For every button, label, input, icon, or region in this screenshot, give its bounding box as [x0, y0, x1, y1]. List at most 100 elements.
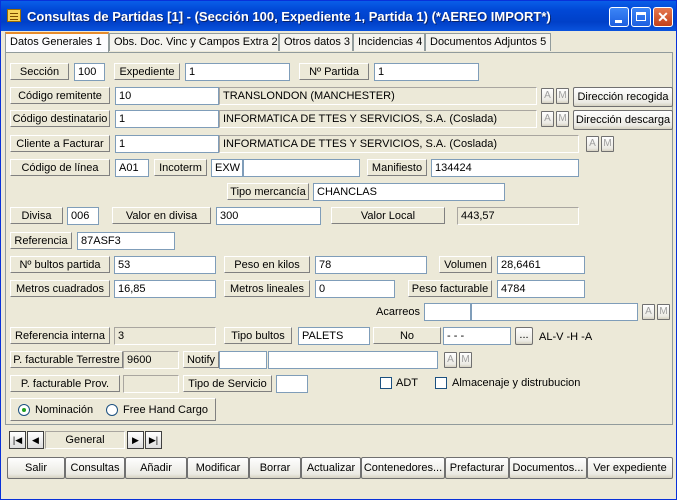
bultos-label: Nº bultos partida	[10, 256, 110, 273]
actualizar-button[interactable]: Actualizar	[301, 457, 361, 479]
notify-code-field[interactable]	[219, 351, 267, 369]
cliente-label: Cliente a Facturar	[10, 135, 110, 152]
manifiesto-field[interactable]: 134424	[431, 159, 579, 177]
tab-obs-doc[interactable]: Obs. Doc. Vinc y Campos Extra 2	[109, 33, 279, 51]
remitente-a-button[interactable]: A	[541, 88, 554, 104]
expediente-label: Expediente	[114, 63, 180, 80]
tipo-bultos-field[interactable]: PALETS	[298, 327, 370, 345]
notify-a-button[interactable]: A	[444, 352, 457, 368]
valor-divisa-field[interactable]: 300	[216, 207, 321, 225]
tipo-bultos-label: Tipo bultos	[224, 327, 292, 344]
partida-field[interactable]: 1	[374, 63, 479, 81]
incoterm-field[interactable]: EXW	[211, 159, 243, 177]
destinatario-code-field[interactable]: 1	[115, 110, 219, 128]
divisa-label: Divisa	[10, 207, 63, 224]
borrar-button[interactable]: Borrar	[249, 457, 301, 479]
nominacion-label: Nominación	[35, 404, 94, 416]
nav-last-button[interactable]: ▶|	[145, 431, 162, 449]
referencia-interna-label: Referencia interna	[10, 327, 110, 344]
bultos-field[interactable]: 53	[114, 256, 216, 274]
window-title: Consultas de Partidas [1] - (Sección 100…	[27, 9, 551, 24]
contenedores-button[interactable]: Contenedores...	[361, 457, 445, 479]
metros-cuadrados-field[interactable]: 16,85	[114, 280, 216, 298]
tab-otros-datos[interactable]: Otros datos 3	[279, 33, 353, 51]
peso-kilos-label: Peso en kilos	[224, 256, 310, 273]
almacenaje-checkbox[interactable]	[435, 377, 447, 389]
destinatario-m-button[interactable]: M	[556, 111, 569, 127]
close-icon: ✕	[657, 9, 669, 25]
modificar-button[interactable]: Modificar	[187, 457, 249, 479]
no-label: No	[373, 327, 441, 344]
tab-documentos-adjuntos[interactable]: Documentos Adjuntos 5	[425, 33, 551, 51]
adt-checkbox[interactable]	[380, 377, 392, 389]
valor-divisa-label: Valor en divisa	[112, 207, 211, 224]
anadir-button[interactable]: Añadir	[125, 457, 187, 479]
acarreos-label: Acarreos	[376, 306, 421, 318]
seccion-field[interactable]: 100	[74, 63, 105, 81]
acarreos-name-field[interactable]	[471, 303, 638, 321]
partida-label: Nº Partida	[299, 63, 369, 80]
destinatario-a-button[interactable]: A	[541, 111, 554, 127]
close-button[interactable]: ✕	[653, 7, 673, 27]
ver-expediente-button[interactable]: Ver expediente	[587, 457, 673, 479]
maximize-button[interactable]	[631, 7, 651, 27]
nav-record-label: General	[45, 431, 125, 449]
pf-prov-label: P. facturable Prov.	[10, 375, 120, 392]
fecha-picker-button[interactable]: ...	[515, 327, 533, 345]
manifiesto-label: Manifiesto	[367, 159, 427, 176]
peso-facturable-label: Peso facturable	[408, 280, 492, 297]
remitente-m-button[interactable]: M	[556, 88, 569, 104]
title-bar[interactable]: Consultas de Partidas [1] - (Sección 100…	[1, 1, 676, 31]
main-window: Consultas de Partidas [1] - (Sección 100…	[0, 0, 677, 500]
prefacturar-button[interactable]: Prefacturar	[445, 457, 509, 479]
tab-incidencias[interactable]: Incidencias 4	[353, 33, 425, 51]
peso-kilos-field[interactable]: 78	[315, 256, 427, 274]
free-hand-label: Free Hand Cargo	[123, 404, 208, 416]
direccion-descarga-button[interactable]: Dirección descarga	[573, 110, 673, 130]
valor-local-field: 443,57	[457, 207, 579, 225]
nav-next-button[interactable]: ▶	[127, 431, 144, 449]
direccion-recogida-button[interactable]: Dirección recogida	[573, 87, 673, 107]
notify-name-field[interactable]	[268, 351, 438, 369]
peso-facturable-field[interactable]: 4784	[497, 280, 585, 298]
acarreos-m-button[interactable]: M	[657, 304, 670, 320]
seccion-label: Sección	[10, 63, 69, 80]
divisa-field[interactable]: 006	[67, 207, 99, 225]
acarreos-code-field[interactable]	[424, 303, 471, 321]
notify-m-button[interactable]: M	[459, 352, 472, 368]
nav-prev-button[interactable]: ◀	[27, 431, 44, 449]
notify-label: Notify	[183, 351, 219, 368]
salir-button[interactable]: Salir	[7, 457, 65, 479]
free-hand-radio[interactable]	[106, 404, 118, 416]
documentos-button[interactable]: Documentos...	[509, 457, 587, 479]
al-v-h-a-label: AL-V -H -A	[539, 331, 593, 343]
nav-first-button[interactable]: |◀	[9, 431, 26, 449]
consultas-button[interactable]: Consultas	[65, 457, 125, 479]
codigo-linea-label: Código de línea	[10, 159, 110, 176]
cliente-m-button[interactable]: M	[601, 136, 614, 152]
incoterm-extra-field[interactable]	[243, 159, 360, 177]
pf-terrestre-field: 9600	[123, 351, 179, 369]
referencia-interna-field: 3	[114, 327, 216, 345]
codigo-linea-field[interactable]: A01	[115, 159, 149, 177]
pf-terrestre-label: P. facturable Terrestre	[10, 351, 123, 368]
expediente-field[interactable]: 1	[185, 63, 290, 81]
tipo-servicio-label: Tipo de Servicio	[183, 375, 272, 392]
volumen-field[interactable]: 28,6461	[497, 256, 585, 274]
cliente-a-button[interactable]: A	[586, 136, 599, 152]
cliente-code-field[interactable]: 1	[115, 135, 219, 153]
acarreos-a-button[interactable]: A	[642, 304, 655, 320]
referencia-field[interactable]: 87ASF3	[77, 232, 175, 250]
tipo-servicio-field[interactable]	[276, 375, 308, 393]
metros-lineales-field[interactable]: 0	[315, 280, 395, 298]
fecha-field[interactable]: - - -	[443, 327, 511, 345]
remitente-code-field[interactable]: 10	[115, 87, 219, 105]
referencia-label: Referencia	[10, 232, 72, 249]
minimize-button[interactable]	[609, 7, 629, 27]
tipo-mercancia-field[interactable]: CHANCLAS	[313, 183, 505, 201]
cliente-name-field: INFORMATICA DE TTES Y SERVICIOS, S.A. (C…	[219, 135, 579, 153]
incoterm-label: Incoterm	[154, 159, 207, 176]
tipo-mercancia-label: Tipo mercancía	[227, 183, 309, 200]
nominacion-radio[interactable]	[18, 404, 30, 416]
tab-datos-generales[interactable]: Datos Generales 1	[5, 32, 109, 53]
